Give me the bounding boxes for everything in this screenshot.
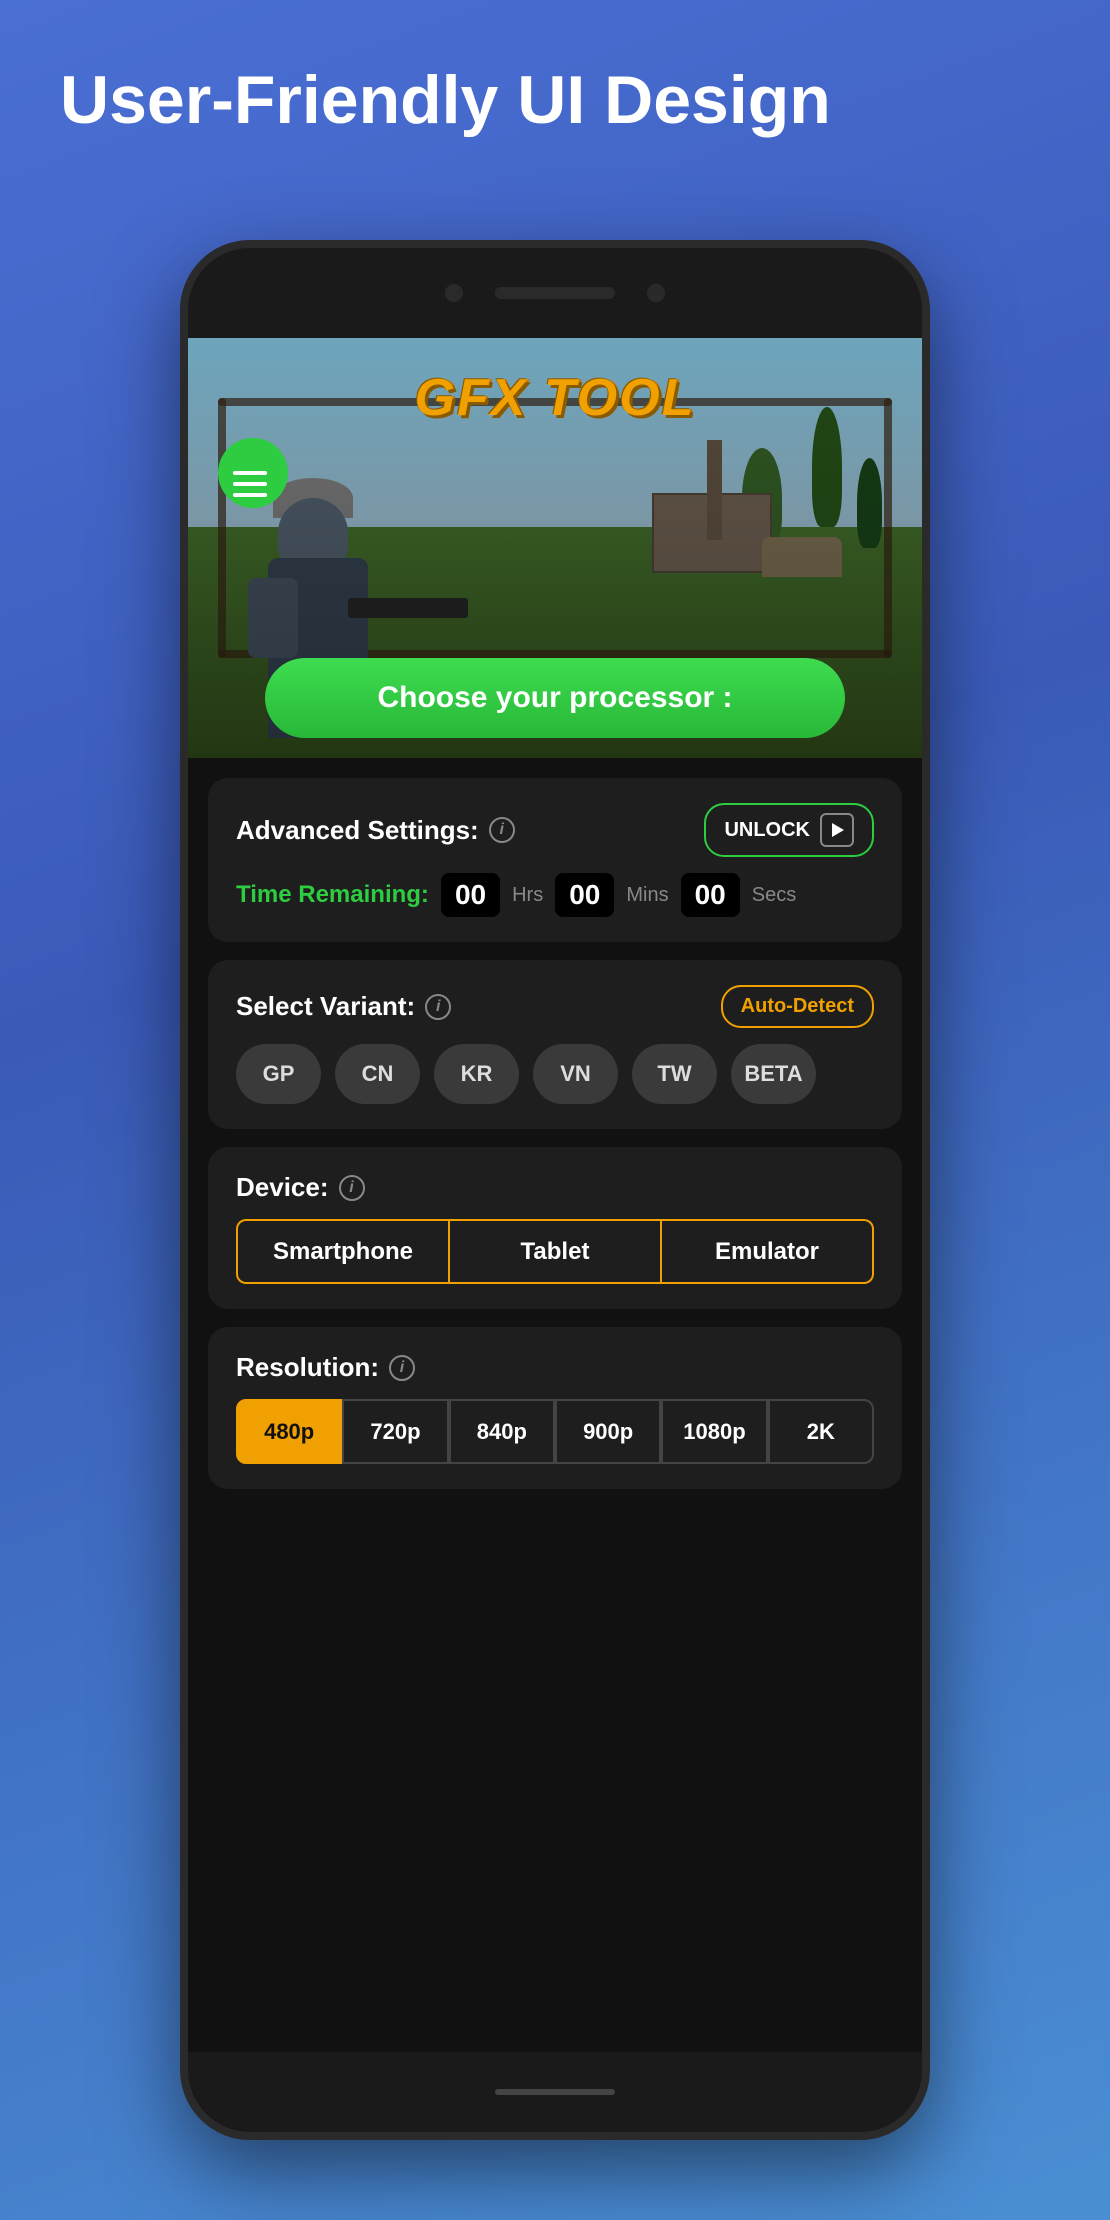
variant-gp-button[interactable]: GP [236, 1044, 321, 1104]
resolution-720p-button[interactable]: 720p [342, 1399, 448, 1464]
timer-row: Time Remaining: 00 Hrs 00 Mins 00 Secs [236, 873, 874, 917]
device-card: Device: i Smartphone Tablet Emulator [208, 1147, 902, 1309]
advanced-settings-label: Advanced Settings: [236, 815, 479, 846]
device-tablet-button[interactable]: Tablet [449, 1219, 661, 1284]
minutes-unit: Mins [626, 884, 668, 907]
resolution-1080p-button[interactable]: 1080p [661, 1399, 767, 1464]
speaker-grille [495, 287, 615, 299]
advanced-settings-card: Advanced Settings: i UNLOCK Time Remaini… [208, 778, 902, 942]
resolution-900p-button[interactable]: 900p [555, 1399, 661, 1464]
device-buttons-group: Smartphone Tablet Emulator [236, 1219, 874, 1284]
device-info-icon[interactable]: i [339, 1175, 365, 1201]
sensor-dot [647, 284, 665, 302]
seconds-block: 00 [681, 873, 740, 917]
game-banner: GFX TOOL Choose your processor : [188, 338, 922, 758]
device-header: Device: i [236, 1172, 874, 1203]
phone-notch [445, 284, 665, 302]
time-remaining-label: Time Remaining: [236, 881, 429, 909]
resolution-info-icon[interactable]: i [389, 1355, 415, 1381]
device-title: Device: i [236, 1172, 365, 1203]
camera-dot [445, 284, 463, 302]
select-variant-card: Select Variant: i Auto-Detect GP CN KR V… [208, 960, 902, 1129]
variant-kr-button[interactable]: KR [434, 1044, 519, 1104]
hamburger-line-1 [233, 471, 267, 475]
phone-screen: GFX TOOL Choose your processor : [188, 338, 922, 2052]
hamburger-line-3 [233, 493, 267, 497]
volume-down-button [180, 638, 184, 718]
device-label: Device: [236, 1172, 329, 1203]
phone-bottom-bar [188, 2052, 922, 2132]
unlock-button[interactable]: UNLOCK [704, 803, 874, 857]
phone-frame: GFX TOOL Choose your processor : [180, 240, 930, 2140]
app-title: GFX TOOL [415, 368, 696, 428]
select-variant-header: Select Variant: i Auto-Detect [236, 985, 874, 1028]
page-title: User-Friendly UI Design [0, 0, 1110, 182]
volume-up-button [180, 538, 184, 618]
device-emulator-button[interactable]: Emulator [661, 1219, 874, 1284]
play-icon [820, 813, 854, 847]
choose-processor-button[interactable]: Choose your processor : [265, 658, 845, 738]
device-smartphone-button[interactable]: Smartphone [236, 1219, 449, 1284]
volume-mute-button [180, 468, 184, 518]
content-area: Advanced Settings: i UNLOCK Time Remaini… [188, 758, 922, 1527]
variant-vn-button[interactable]: VN [533, 1044, 618, 1104]
menu-button[interactable] [218, 438, 288, 508]
variant-tw-button[interactable]: TW [632, 1044, 717, 1104]
resolution-840p-button[interactable]: 840p [449, 1399, 555, 1464]
phone-body: GFX TOOL Choose your processor : [180, 240, 930, 2140]
power-button [926, 528, 930, 608]
variant-cn-button[interactable]: CN [335, 1044, 420, 1104]
resolution-2k-button[interactable]: 2K [768, 1399, 874, 1464]
select-variant-label: Select Variant: [236, 991, 415, 1022]
variant-buttons-group: GP CN KR VN TW BETA [236, 1044, 874, 1104]
variant-beta-button[interactable]: BETA [731, 1044, 816, 1104]
home-indicator [495, 2089, 615, 2095]
hours-unit: Hrs [512, 884, 543, 907]
auto-detect-button[interactable]: Auto-Detect [721, 985, 874, 1028]
resolution-card: Resolution: i 480p 720p 840p 900p 1080p … [208, 1327, 902, 1489]
advanced-settings-title: Advanced Settings: i [236, 815, 515, 846]
hours-block: 00 [441, 873, 500, 917]
select-variant-title: Select Variant: i [236, 991, 451, 1022]
play-triangle-icon [832, 823, 844, 837]
phone-top-bar [188, 248, 922, 338]
resolution-label: Resolution: [236, 1352, 379, 1383]
seconds-unit: Secs [752, 884, 796, 907]
advanced-settings-info-icon[interactable]: i [489, 817, 515, 843]
resolution-480p-button[interactable]: 480p [236, 1399, 342, 1464]
auto-detect-label: Auto-Detect [741, 995, 854, 1017]
unlock-button-label: UNLOCK [724, 819, 810, 842]
hamburger-line-2 [233, 482, 267, 486]
choose-processor-label: Choose your processor : [377, 681, 732, 715]
advanced-settings-header: Advanced Settings: i UNLOCK [236, 803, 874, 857]
minutes-block: 00 [555, 873, 614, 917]
resolution-header: Resolution: i [236, 1352, 874, 1383]
resolution-buttons-group: 480p 720p 840p 900p 1080p 2K [236, 1399, 874, 1464]
select-variant-info-icon[interactable]: i [425, 994, 451, 1020]
resolution-title: Resolution: i [236, 1352, 415, 1383]
